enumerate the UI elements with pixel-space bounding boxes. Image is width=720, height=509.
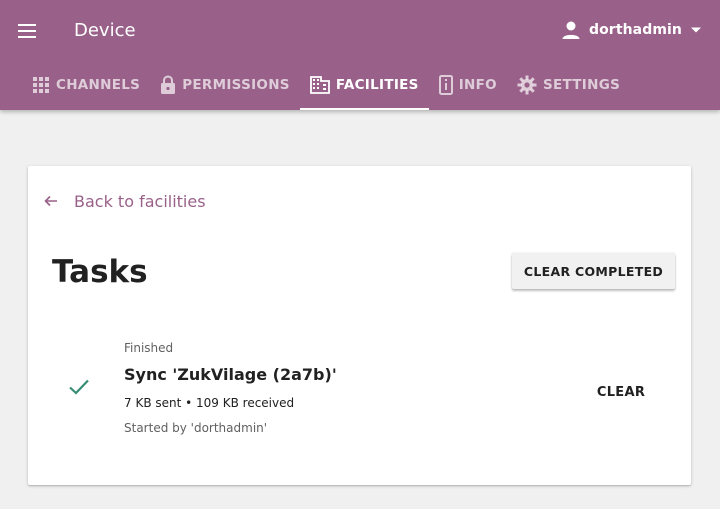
app-title: Device: [74, 20, 136, 41]
clear-task-button[interactable]: CLEAR: [584, 374, 658, 410]
lock-icon: [161, 75, 176, 94]
page-title: Tasks: [52, 254, 148, 290]
tab-label: SETTINGS: [542, 77, 621, 93]
gear-icon: [517, 75, 537, 95]
tab-label: FACILITIES: [335, 77, 419, 93]
app-bar: Device dorthadmin CHANNELS PERMISSIONS F…: [0, 0, 720, 110]
tab-label: INFO: [458, 77, 497, 93]
grid-icon: [33, 77, 49, 93]
arrow-left-icon: [44, 195, 57, 207]
clear-completed-button[interactable]: CLEAR COMPLETED: [512, 253, 675, 289]
hamburger-icon: [18, 24, 36, 38]
back-to-facilities-link[interactable]: Back to facilities: [44, 190, 206, 212]
tab-settings[interactable]: SETTINGS: [507, 60, 630, 110]
user-icon: [562, 21, 580, 39]
back-link-label: Back to facilities: [74, 191, 206, 211]
task-progress: 7 KB sent • 109 KB received: [124, 396, 295, 410]
chevron-down-icon: [691, 27, 701, 33]
tab-permissions[interactable]: PERMISSIONS: [150, 60, 300, 110]
task-started-by: Started by 'dorthadmin': [124, 421, 268, 435]
menu-button[interactable]: [14, 18, 40, 44]
tab-label: CHANNELS: [56, 77, 141, 93]
check-icon: [69, 379, 89, 395]
task-status: Finished: [124, 341, 174, 355]
task-name: Sync 'ZukVilage (2a7b)': [124, 365, 337, 384]
tasks-card: Back to facilities Tasks CLEAR COMPLETED…: [28, 166, 691, 485]
info-icon: [438, 75, 453, 95]
building-icon: [309, 76, 330, 94]
user-name: dorthadmin: [588, 22, 682, 38]
tab-channels[interactable]: CHANNELS: [22, 60, 150, 110]
tab-facilities[interactable]: FACILITIES: [299, 60, 429, 110]
user-menu[interactable]: dorthadmin: [561, 16, 702, 44]
tab-label: PERMISSIONS: [182, 77, 290, 93]
tab-info[interactable]: INFO: [429, 60, 507, 110]
tab-bar: CHANNELS PERMISSIONS FACILITIES INFO SET…: [22, 60, 630, 110]
